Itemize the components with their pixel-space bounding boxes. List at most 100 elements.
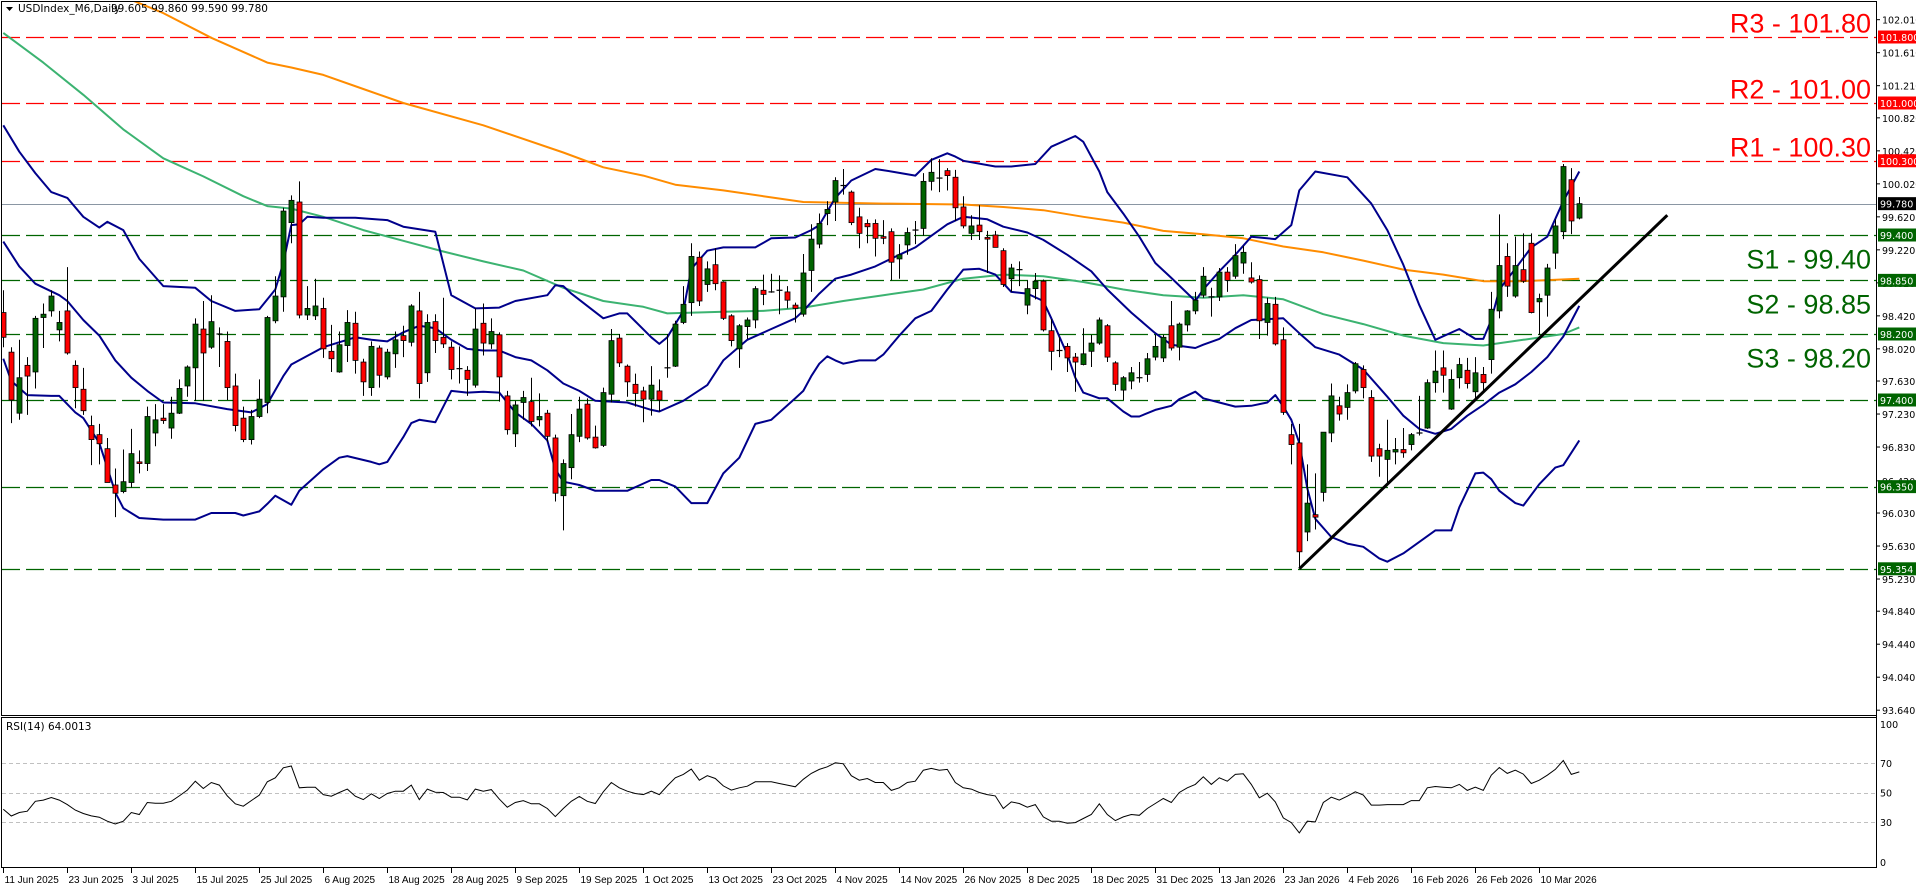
candle-body-bullish [424,322,431,374]
time-axis-label: 23 Oct 2025 [773,875,828,886]
candle-body-bullish [40,313,47,318]
candle-body-bullish [192,323,199,369]
candle-body-bearish [728,315,735,342]
price-axis-label: 101.210 [1882,82,1916,93]
candle-body-bearish [872,223,879,239]
time-axis-label: 15 Jul 2025 [197,875,249,886]
rsi-axis-label: 70 [1880,759,1892,770]
candle-body-bearish [696,256,703,302]
candle-body-bearish [376,347,383,376]
candle-body-bullish [1552,225,1559,254]
price-axis-label: 94.840 [1882,607,1915,618]
candle-body-bearish [200,328,207,354]
candle-body-bearish [1368,397,1375,457]
time-axis-label: 11 Jun 2025 [5,875,60,886]
candle [848,190,855,226]
candle-body-bullish [1096,319,1103,344]
candle-body-bearish [632,383,639,394]
candle-body-bearish [64,310,71,354]
candle-body-bullish [176,388,183,414]
candle-body-bullish [1152,345,1159,358]
candle-body-bullish [152,419,159,434]
price-chart[interactable]: R3 - 101.80 R2 - 101.00 R1 - 100.30 S1 - 99… [0,0,1916,888]
candle-body-bearish [1504,256,1511,287]
support-price-tag: 99.400 [1880,231,1913,242]
candle-body-bullish [1496,265,1503,312]
rsi-axis-label: 0 [1880,858,1886,869]
candle-body-bearish [1168,325,1175,349]
candle-body-bearish [984,237,991,240]
candle [1216,268,1223,301]
rsi-label: RSI(14) 64.0013 [6,721,91,733]
candle-body-bullish [1200,275,1207,296]
candle [384,348,391,380]
candle-body-bullish [688,256,695,304]
resistance-level-label: R2 - 101.00 [1730,75,1871,105]
candle [672,320,679,367]
time-axis-label: 23 Jun 2025 [69,875,124,886]
candle-body-bearish [1336,405,1343,415]
time-axis-label: 13 Oct 2025 [709,875,764,886]
candle-body-bullish [600,392,607,446]
candle-body-bearish [952,176,959,209]
candle [280,207,287,312]
candle-body-bullish [1240,251,1247,264]
candle-body-bullish [1488,308,1495,360]
candle-body-bullish [1232,255,1239,277]
candle-body-bullish [816,223,823,245]
candle-body-bullish [344,322,351,346]
candle [1280,327,1287,415]
candle-body-bearish [1000,250,1007,285]
candle-body-bullish [1456,364,1463,379]
candle-body-bearish [640,390,647,400]
time-axis-label: 3 Jul 2025 [133,875,180,886]
candle-body-bearish [240,417,247,440]
candle-body-bullish [1264,303,1271,323]
candle-body-bullish [1448,378,1455,410]
candle-body-bullish [1544,267,1551,296]
price-axis-label: 101.610 [1882,49,1916,60]
price-axis-label: 98.020 [1882,345,1915,356]
price-axis-label: 96.030 [1882,509,1915,520]
candle-body-bearish [400,335,407,341]
candle-body-bearish [96,434,103,445]
candle-body-bearish [1312,514,1319,518]
candle-body-bearish [592,436,599,449]
candle [1040,279,1047,332]
candle-body-bearish [1528,242,1535,313]
candle-body-bearish [976,224,983,233]
candle-body-bearish [1400,449,1407,454]
candle-body-bullish [704,268,711,285]
candle-body-bearish [1520,269,1527,282]
candle-body-bullish [1512,265,1519,297]
candle-body-bullish [128,453,135,483]
time-axis-label: 31 Dec 2025 [1157,875,1214,886]
candle [1320,431,1327,502]
candle-body-bullish [672,323,679,367]
price-axis[interactable]: 102.010101.610101.210100.820100.420100.0… [1876,1,1916,868]
support-price-tag: 98.200 [1880,330,1913,341]
price-axis-label: 94.040 [1882,673,1915,684]
time-axis[interactable]: 11 Jun 2025 23 Jun 2025 3 Jul 2025 15 Jul 2… [3,868,1598,886]
candle-body-bullish [1128,372,1135,382]
time-axis-label: 14 Nov 2025 [901,875,958,886]
candle-body-bearish [1568,179,1575,222]
time-axis-label: 4 Nov 2025 [837,875,889,886]
candle-body-bullish [392,339,399,355]
candle-body-bearish [856,216,863,234]
candle-body-bearish [1072,356,1079,363]
candle-body-bearish [880,236,887,239]
candle-body-bearish [1064,345,1071,359]
support-price-tag: 95.354 [1880,565,1913,576]
candle-body-bearish [1440,367,1447,376]
candle-body-bullish [248,416,255,441]
candle-body-bullish [1576,203,1583,219]
candle-body-bearish [416,310,423,384]
time-axis-label: 26 Nov 2025 [965,875,1022,886]
support-price-tag: 97.400 [1880,396,1913,407]
candle-body-bearish [656,390,663,401]
time-axis-label: 23 Jan 2026 [1285,875,1340,886]
candle-body-bullish [32,317,39,373]
candle-body-bearish [480,322,487,344]
time-axis-label: 13 Jan 2026 [1221,875,1276,886]
